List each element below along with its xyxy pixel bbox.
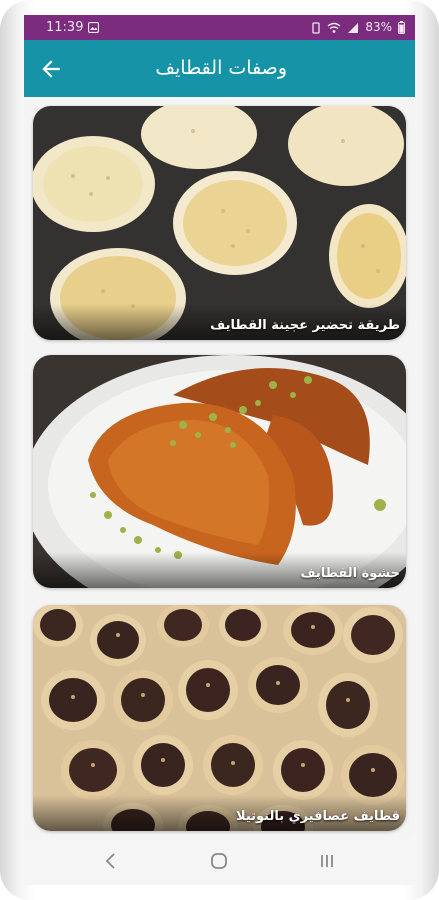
- card-title: طريقة تحضير عجينة القطايف: [210, 318, 400, 333]
- card-caption: حشوة القطايف: [33, 552, 406, 588]
- status-time: 11:39: [46, 20, 84, 35]
- card-caption: طريقة تحضير عجينة القطايف: [33, 304, 406, 340]
- screen: 11:39 83% وصفات القطايف طريقة تحضير عجين…: [24, 15, 415, 885]
- battery-level: 83%: [365, 20, 392, 34]
- recipe-list[interactable]: طريقة تحضير عجينة القطايف حشوة القطايف ق…: [24, 97, 415, 837]
- system-nav-bar: [24, 837, 415, 885]
- back-nav-icon[interactable]: [99, 849, 123, 873]
- wifi-icon: [327, 22, 341, 33]
- status-bar: 11:39 83%: [24, 15, 415, 40]
- card-title: قطايف عصافيري بالنوتيلا: [235, 809, 400, 824]
- app-bar: وصفات القطايف: [24, 40, 415, 97]
- recipe-card-batter[interactable]: طريقة تحضير عجينة القطايف: [33, 106, 406, 340]
- recipe-card-filling[interactable]: حشوة القطايف: [33, 355, 406, 588]
- page-title: وصفات القطايف: [155, 57, 287, 79]
- gallery-icon: [88, 22, 99, 33]
- vibrate-icon: [312, 21, 320, 34]
- signal-icon: [348, 22, 359, 33]
- home-nav-icon[interactable]: [207, 849, 231, 873]
- recipe-card-nutella[interactable]: قطايف عصافيري بالنوتيلا: [33, 605, 406, 831]
- recents-nav-icon[interactable]: [315, 849, 339, 873]
- arrow-back-icon[interactable]: [38, 56, 64, 82]
- card-caption: قطايف عصافيري بالنوتيلا: [33, 795, 406, 831]
- card-title: حشوة القطايف: [300, 566, 400, 581]
- status-icons: 83%: [311, 15, 405, 40]
- battery-icon: [398, 21, 405, 34]
